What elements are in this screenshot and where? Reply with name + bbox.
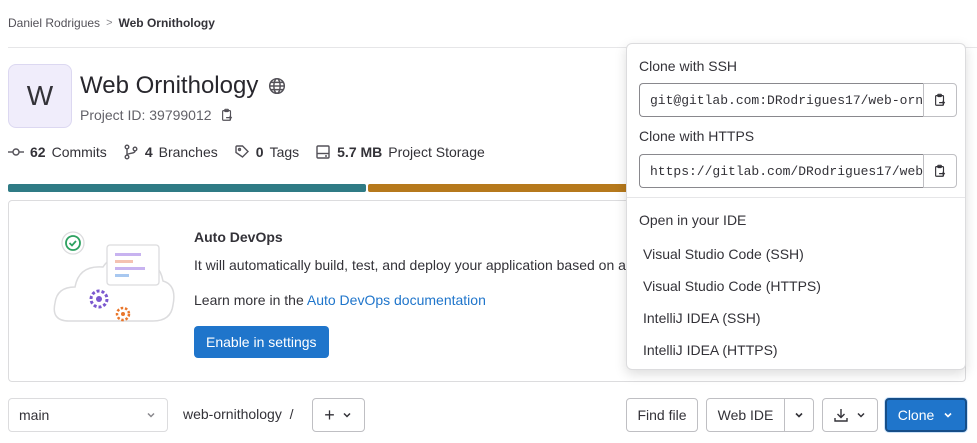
tags-stat[interactable]: 0 Tags xyxy=(234,144,299,160)
find-file-button[interactable]: Find file xyxy=(626,398,698,432)
download-icon xyxy=(833,407,849,423)
ide-option-vscode-ssh[interactable]: Visual Studio Code (SSH) xyxy=(643,246,804,262)
project-title: Web Ornithology xyxy=(80,72,286,100)
chevron-down-icon xyxy=(793,409,805,421)
language-bar-segment-2[interactable] xyxy=(368,184,628,192)
copy-https-url-button[interactable] xyxy=(923,154,957,188)
branch-icon xyxy=(123,144,139,160)
commit-icon xyxy=(8,144,24,160)
clone-https-label: Clone with HTTPS xyxy=(639,128,755,144)
ide-option-intellij-ssh[interactable]: IntelliJ IDEA (SSH) xyxy=(643,310,760,326)
avatar-letter: W xyxy=(26,80,54,111)
chevron-down-icon xyxy=(145,409,157,421)
project-avatar: W xyxy=(8,64,72,128)
ide-option-intellij-https[interactable]: IntelliJ IDEA (HTTPS) xyxy=(643,342,778,358)
auto-devops-illustration xyxy=(49,221,179,341)
clipboard-icon xyxy=(933,164,947,178)
commits-count: 62 xyxy=(30,144,46,160)
branch-selector-value: main xyxy=(19,407,50,423)
storage-size: 5.7 MB xyxy=(337,144,383,160)
project-id-label: Project ID: 39799012 xyxy=(80,107,212,123)
chevron-down-icon xyxy=(341,409,353,421)
clone-button[interactable]: Clone xyxy=(885,398,967,432)
repo-path-name[interactable]: web-ornithology xyxy=(183,406,282,422)
auto-devops-title: Auto DevOps xyxy=(194,229,283,245)
download-button[interactable] xyxy=(822,398,878,432)
chevron-down-icon xyxy=(942,409,954,421)
repo-toolbar: main web-ornithology / + Find file Web I… xyxy=(0,398,977,432)
branches-label: Branches xyxy=(158,144,218,160)
tags-count: 0 xyxy=(255,144,264,160)
clone-ssh-url-field[interactable]: git@gitlab.com:DRodrigues17/web-ornithol… xyxy=(639,83,923,117)
ide-option-vscode-https[interactable]: Visual Studio Code (HTTPS) xyxy=(643,278,821,294)
storage-stat[interactable]: 5.7 MB Project Storage xyxy=(315,144,485,160)
clipboard-icon xyxy=(933,93,947,107)
clone-dropdown: Clone with SSH git@gitlab.com:DRodrigues… xyxy=(626,43,966,370)
tag-icon xyxy=(234,144,250,160)
clone-https-group: https://gitlab.com/DRodrigues17/web-orni… xyxy=(639,154,957,188)
enable-in-settings-button[interactable]: Enable in settings xyxy=(194,326,329,358)
tags-label: Tags xyxy=(269,144,300,160)
dropdown-divider xyxy=(627,197,965,198)
project-name: Web Ornithology xyxy=(80,72,259,99)
chevron-down-icon xyxy=(855,409,867,421)
branches-stat[interactable]: 4 Branches xyxy=(123,144,218,160)
auto-devops-description: It will automatically build, test, and d… xyxy=(194,257,626,273)
breadcrumb: Daniel Rodrigues > Web Ornithology xyxy=(8,16,215,30)
project-id: Project ID: 39799012 xyxy=(80,107,234,123)
clone-https-url-field[interactable]: https://gitlab.com/DRodrigues17/web-orni… xyxy=(639,154,923,188)
storage-icon xyxy=(315,144,331,160)
learn-more-prefix: Learn more in the xyxy=(194,292,307,308)
repo-path-separator: / xyxy=(289,406,294,422)
auto-devops-docs-link[interactable]: Auto DevOps documentation xyxy=(307,292,486,308)
storage-label: Project Storage xyxy=(388,144,485,160)
open-in-ide-heading: Open in your IDE xyxy=(639,212,747,228)
add-to-tree-button[interactable]: + xyxy=(312,398,365,432)
web-ide-dropdown-toggle[interactable] xyxy=(784,398,814,432)
globe-icon xyxy=(268,77,286,95)
breadcrumb-current[interactable]: Web Ornithology xyxy=(119,16,215,30)
clone-ssh-label: Clone with SSH xyxy=(639,58,738,74)
repo-path: web-ornithology / xyxy=(183,406,294,422)
plus-icon: + xyxy=(324,404,335,425)
commits-label: Commits xyxy=(51,144,107,160)
breadcrumb-separator: > xyxy=(106,17,113,29)
clone-ssh-group: git@gitlab.com:DRodrigues17/web-ornithol… xyxy=(639,83,957,117)
auto-devops-learn-more: Learn more in the Auto DevOps documentat… xyxy=(194,292,486,308)
language-bar-segment-1[interactable] xyxy=(8,184,366,192)
web-ide-button[interactable]: Web IDE xyxy=(706,398,785,432)
clone-button-label: Clone xyxy=(897,407,935,423)
copy-ssh-url-button[interactable] xyxy=(923,83,957,117)
project-stats: 62 Commits 4 Branches 0 Tags 5.7 MB Proj… xyxy=(8,144,485,160)
commits-stat[interactable]: 62 Commits xyxy=(8,144,107,160)
branches-count: 4 xyxy=(144,144,153,160)
breadcrumb-parent[interactable]: Daniel Rodrigues xyxy=(8,16,100,30)
branch-selector[interactable]: main xyxy=(8,398,168,432)
copy-icon[interactable] xyxy=(220,108,234,122)
